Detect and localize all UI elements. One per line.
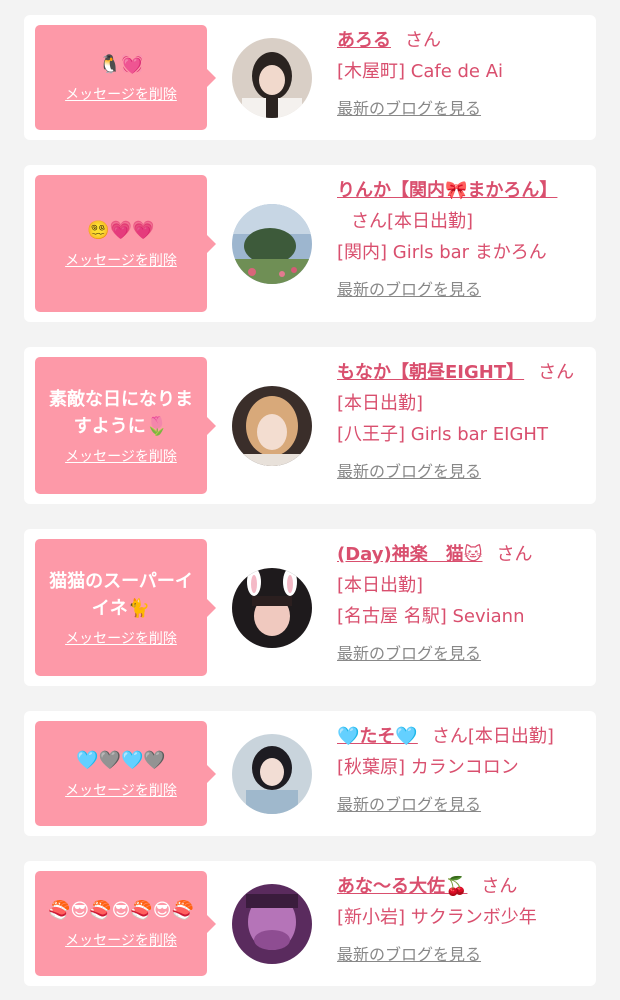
cast-info: あな〜る大佐🍒 さん [新小岩] サクランボ少年 最新のブログを見る xyxy=(337,871,587,970)
honorific: さん xyxy=(405,30,441,51)
blog-link[interactable]: 最新のブログを見る xyxy=(337,638,481,669)
shop-label: [新小岩] サクランボ少年 xyxy=(337,907,537,928)
avatar[interactable] xyxy=(232,884,312,964)
avatar[interactable] xyxy=(232,734,312,814)
status-label: [本日出勤] xyxy=(337,575,424,596)
message-bubble: 🍣😎🍣😎🍣😎🍣 メッセージを削除 xyxy=(35,871,216,976)
delete-message-link[interactable]: メッセージを削除 xyxy=(65,86,177,104)
delete-message-link[interactable]: メッセージを削除 xyxy=(65,932,177,950)
cast-info: (Day)神楽 猫🐱 さん [本日出勤] [名古屋 名駅] Seviann 最新の… xyxy=(337,539,587,669)
honorific: さん xyxy=(351,211,387,232)
message-card: 素敵な日になりますように🌷 メッセージを削除 もなか【朝昼EIGHT】 さん [本日… xyxy=(24,347,596,504)
cast-info: りんか【関内🎀まかろん】さん[本日出勤] [関内] Girls bar まかろん… xyxy=(337,175,587,305)
message-text: 素敵な日になりますように🌷 xyxy=(49,388,193,437)
name-row: もなか【朝昼EIGHT】 さん [本日出勤] xyxy=(337,357,587,419)
shop-label: [名古屋 名駅] Seviann xyxy=(337,606,525,627)
message-text: 猫猫のスーパーイイネ🐈 xyxy=(49,570,193,619)
message-card: 🩵🩶🩵🩶 メッセージを削除 🩵たそ🩵 さん[本日出勤] [秋葉原] カランコロン … xyxy=(24,711,596,836)
avatar[interactable] xyxy=(232,204,312,284)
cast-name-link[interactable]: あろる xyxy=(337,30,391,51)
avatar[interactable] xyxy=(232,38,312,118)
blog-link[interactable]: 最新のブログを見る xyxy=(337,93,481,124)
shop-label: [八王子] Girls bar EIGHT xyxy=(337,424,548,445)
shop-label: [秋葉原] カランコロン xyxy=(337,757,519,778)
blog-link[interactable]: 最新のブログを見る xyxy=(337,274,481,305)
shop-label: [関内] Girls bar まかろん xyxy=(337,242,547,263)
honorific: さん xyxy=(496,544,533,565)
message-text: 🍣😎🍣😎🍣😎🍣 xyxy=(48,900,194,921)
cast-info: 🩵たそ🩵 さん[本日出勤] [秋葉原] カランコロン 最新のブログを見る xyxy=(337,721,587,820)
message-bubble: 🩵🩶🩵🩶 メッセージを削除 xyxy=(35,721,216,826)
avatar-photo-icon xyxy=(232,204,312,284)
shop-label: [木屋町] Cafe de Ai xyxy=(337,61,504,82)
blog-link[interactable]: 最新のブログを見る xyxy=(337,939,481,970)
status-label: [本日出勤] xyxy=(387,211,474,232)
name-row: あな〜る大佐🍒 さん xyxy=(337,871,587,902)
avatar[interactable] xyxy=(232,386,312,466)
honorific: さん xyxy=(431,726,468,747)
avatar[interactable] xyxy=(232,568,312,648)
message-text: 🐧💓 xyxy=(98,54,144,75)
name-row: りんか【関内🎀まかろん】さん[本日出勤] xyxy=(337,175,587,237)
message-bubble: 😵‍💫💗💗 メッセージを削除 xyxy=(35,175,216,312)
message-text: 😵‍💫💗💗 xyxy=(87,220,155,241)
message-card: 🍣😎🍣😎🍣😎🍣 メッセージを削除 あな〜る大佐🍒 さん [新小岩] サクランボ少年… xyxy=(24,861,596,986)
status-label: [本日出勤] xyxy=(467,726,554,747)
delete-message-link[interactable]: メッセージを削除 xyxy=(65,448,177,466)
name-row: 🩵たそ🩵 さん[本日出勤] xyxy=(337,721,587,752)
cast-name-link[interactable]: もなか【朝昼EIGHT】 xyxy=(337,362,524,383)
cast-info: もなか【朝昼EIGHT】 さん [本日出勤] [八王子] Girls bar EIG… xyxy=(337,357,587,487)
cast-name-link[interactable]: (Day)神楽 猫🐱 xyxy=(337,544,483,565)
blog-link[interactable]: 最新のブログを見る xyxy=(337,789,481,820)
message-card: 🐧💓 メッセージを削除 あろる さん [木屋町] Cafe de Ai 最新のブロ… xyxy=(24,15,596,140)
avatar-photo-icon xyxy=(232,568,312,648)
cast-info: あろる さん [木屋町] Cafe de Ai 最新のブログを見る xyxy=(337,25,587,124)
avatar-photo-icon xyxy=(232,884,312,964)
delete-message-link[interactable]: メッセージを削除 xyxy=(65,782,177,800)
delete-message-link[interactable]: メッセージを削除 xyxy=(65,630,177,648)
name-row: (Day)神楽 猫🐱 さん xyxy=(337,539,587,570)
message-bubble: 🐧💓 メッセージを削除 xyxy=(35,25,216,130)
message-bubble: 素敵な日になりますように🌷 メッセージを削除 xyxy=(35,357,216,494)
honorific: さん xyxy=(538,362,575,383)
avatar-photo-icon xyxy=(232,38,312,118)
cast-name-link[interactable]: 🩵たそ🩵 xyxy=(337,726,418,747)
message-text: 🩵🩶🩵🩶 xyxy=(76,750,166,771)
honorific: さん xyxy=(481,876,518,897)
delete-message-link[interactable]: メッセージを削除 xyxy=(65,252,177,270)
cast-name-link[interactable]: あな〜る大佐🍒 xyxy=(337,876,467,897)
message-card: 😵‍💫💗💗 メッセージを削除 りんか【関内🎀まかろん】さん[本日出勤] [関内]… xyxy=(24,165,596,322)
message-bubble: 猫猫のスーパーイイネ🐈 メッセージを削除 xyxy=(35,539,216,676)
name-row: あろる さん xyxy=(337,25,587,56)
blog-link[interactable]: 最新のブログを見る xyxy=(337,456,481,487)
message-card: 猫猫のスーパーイイネ🐈 メッセージを削除 (Day)神楽 猫🐱 さん [本日出勤]… xyxy=(24,529,596,686)
avatar-photo-icon xyxy=(232,386,312,466)
status-label: [本日出勤] xyxy=(337,393,424,414)
cast-name-link[interactable]: りんか【関内🎀まかろん】 xyxy=(337,180,557,201)
avatar-photo-icon xyxy=(232,734,312,814)
